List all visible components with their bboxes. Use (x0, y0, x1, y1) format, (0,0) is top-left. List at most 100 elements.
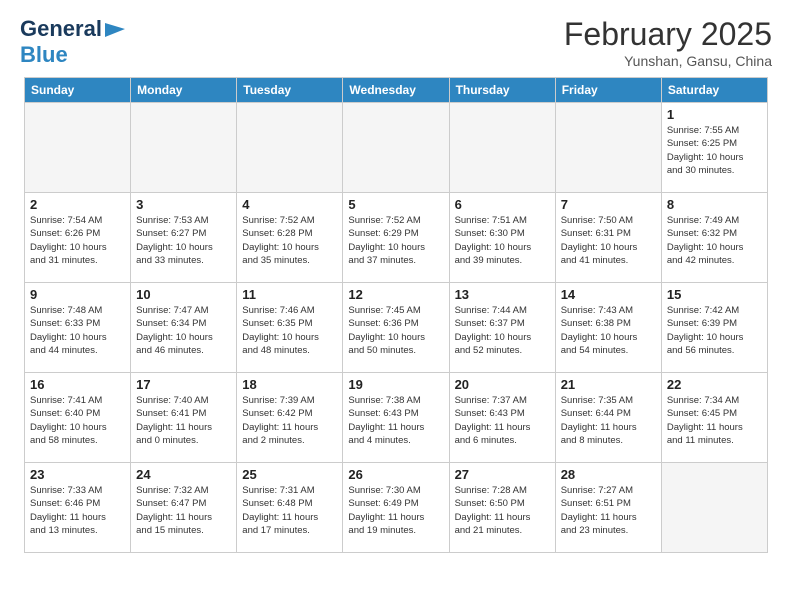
day-cell-3: 3 Sunrise: 7:53 AM Sunset: 6:27 PM Daylig… (131, 193, 237, 283)
day-number: 10 (136, 287, 231, 302)
day-info: Sunrise: 7:38 AM Sunset: 6:43 PM Dayligh… (348, 394, 443, 447)
day-cell-26: 26 Sunrise: 7:30 AM Sunset: 6:49 PM Dayli… (343, 463, 449, 553)
day-info: Sunrise: 7:42 AM Sunset: 6:39 PM Dayligh… (667, 304, 762, 357)
day-info: Sunrise: 7:27 AM Sunset: 6:51 PM Dayligh… (561, 484, 656, 537)
day-cell-22: 22 Sunrise: 7:34 AM Sunset: 6:45 PM Dayli… (661, 373, 767, 463)
day-info: Sunrise: 7:46 AM Sunset: 6:35 PM Dayligh… (242, 304, 337, 357)
day-number: 28 (561, 467, 656, 482)
day-info: Sunrise: 7:44 AM Sunset: 6:37 PM Dayligh… (455, 304, 550, 357)
day-cell-25: 25 Sunrise: 7:31 AM Sunset: 6:48 PM Dayli… (237, 463, 343, 553)
day-cell-23: 23Sunrise: 7:33 AM Sunset: 6:46 PM Dayli… (25, 463, 131, 553)
day-header-sunday: Sunday (25, 78, 131, 103)
calendar-table: SundayMondayTuesdayWednesdayThursdayFrid… (24, 77, 768, 553)
day-cell-17: 17 Sunrise: 7:40 AM Sunset: 6:41 PM Dayli… (131, 373, 237, 463)
day-cell-27: 27 Sunrise: 7:28 AM Sunset: 6:50 PM Dayli… (449, 463, 555, 553)
day-number: 6 (455, 197, 550, 212)
day-number: 12 (348, 287, 443, 302)
day-cell-16: 16Sunrise: 7:41 AM Sunset: 6:40 PM Dayli… (25, 373, 131, 463)
logo-general-text: General (20, 16, 102, 42)
day-number: 7 (561, 197, 656, 212)
day-number: 11 (242, 287, 337, 302)
week-row-4: 16Sunrise: 7:41 AM Sunset: 6:40 PM Dayli… (25, 373, 768, 463)
day-number: 2 (30, 197, 125, 212)
day-number: 5 (348, 197, 443, 212)
logo-icon (105, 21, 127, 39)
day-header-monday: Monday (131, 78, 237, 103)
day-info: Sunrise: 7:45 AM Sunset: 6:36 PM Dayligh… (348, 304, 443, 357)
empty-cell (25, 103, 131, 193)
day-number: 21 (561, 377, 656, 392)
day-cell-15: 15 Sunrise: 7:42 AM Sunset: 6:39 PM Dayli… (661, 283, 767, 373)
day-number: 19 (348, 377, 443, 392)
day-header-saturday: Saturday (661, 78, 767, 103)
day-number: 15 (667, 287, 762, 302)
day-cell-8: 8 Sunrise: 7:49 AM Sunset: 6:32 PM Daylig… (661, 193, 767, 283)
day-cell-2: 2 Sunrise: 7:54 AM Sunset: 6:26 PM Daylig… (25, 193, 131, 283)
logo: General Blue (20, 16, 127, 68)
day-header-thursday: Thursday (449, 78, 555, 103)
logo-blue-text: Blue (20, 42, 68, 67)
day-info: Sunrise: 7:50 AM Sunset: 6:31 PM Dayligh… (561, 214, 656, 267)
day-number: 18 (242, 377, 337, 392)
day-number: 14 (561, 287, 656, 302)
day-info: Sunrise: 7:32 AM Sunset: 6:47 PM Dayligh… (136, 484, 231, 537)
title-section: February 2025 Yunshan, Gansu, China (564, 16, 772, 69)
day-number: 20 (455, 377, 550, 392)
day-info: Sunrise: 7:48 AM Sunset: 6:33 PM Dayligh… (30, 304, 125, 357)
day-info: Sunrise: 7:51 AM Sunset: 6:30 PM Dayligh… (455, 214, 550, 267)
day-info: Sunrise: 7:47 AM Sunset: 6:34 PM Dayligh… (136, 304, 231, 357)
day-cell-28: 28 Sunrise: 7:27 AM Sunset: 6:51 PM Dayli… (555, 463, 661, 553)
day-info: Sunrise: 7:55 AM Sunset: 6:25 PM Dayligh… (667, 124, 762, 177)
day-info: Sunrise: 7:53 AM Sunset: 6:27 PM Dayligh… (136, 214, 231, 267)
day-info: Sunrise: 7:37 AM Sunset: 6:43 PM Dayligh… (455, 394, 550, 447)
day-number: 8 (667, 197, 762, 212)
day-cell-13: 13 Sunrise: 7:44 AM Sunset: 6:37 PM Dayli… (449, 283, 555, 373)
week-row-3: 9 Sunrise: 7:48 AM Sunset: 6:33 PM Daylig… (25, 283, 768, 373)
day-cell-12: 12 Sunrise: 7:45 AM Sunset: 6:36 PM Dayli… (343, 283, 449, 373)
day-number: 4 (242, 197, 337, 212)
week-row-1: 1 Sunrise: 7:55 AM Sunset: 6:25 PM Daylig… (25, 103, 768, 193)
day-number: 13 (455, 287, 550, 302)
empty-cell (343, 103, 449, 193)
day-info: Sunrise: 7:52 AM Sunset: 6:29 PM Dayligh… (348, 214, 443, 267)
day-number: 16 (30, 377, 125, 392)
week-row-2: 2 Sunrise: 7:54 AM Sunset: 6:26 PM Daylig… (25, 193, 768, 283)
day-info: Sunrise: 7:52 AM Sunset: 6:28 PM Dayligh… (242, 214, 337, 267)
day-cell-11: 11 Sunrise: 7:46 AM Sunset: 6:35 PM Dayli… (237, 283, 343, 373)
calendar-wrapper: SundayMondayTuesdayWednesdayThursdayFrid… (0, 77, 792, 561)
day-info: Sunrise: 7:49 AM Sunset: 6:32 PM Dayligh… (667, 214, 762, 267)
empty-cell (555, 103, 661, 193)
day-number: 22 (667, 377, 762, 392)
day-info: Sunrise: 7:31 AM Sunset: 6:48 PM Dayligh… (242, 484, 337, 537)
day-number: 3 (136, 197, 231, 212)
month-title: February 2025 (564, 16, 772, 53)
day-cell-24: 24 Sunrise: 7:32 AM Sunset: 6:47 PM Dayli… (131, 463, 237, 553)
day-info: Sunrise: 7:40 AM Sunset: 6:41 PM Dayligh… (136, 394, 231, 447)
day-header-tuesday: Tuesday (237, 78, 343, 103)
day-info: Sunrise: 7:39 AM Sunset: 6:42 PM Dayligh… (242, 394, 337, 447)
day-info: Sunrise: 7:33 AM Sunset: 6:46 PM Dayligh… (30, 484, 125, 537)
page-header: General Blue February 2025 Yunshan, Gans… (0, 0, 792, 77)
location: Yunshan, Gansu, China (564, 53, 772, 69)
day-cell-1: 1 Sunrise: 7:55 AM Sunset: 6:25 PM Daylig… (661, 103, 767, 193)
day-number: 24 (136, 467, 231, 482)
day-number: 17 (136, 377, 231, 392)
empty-cell (449, 103, 555, 193)
day-info: Sunrise: 7:35 AM Sunset: 6:44 PM Dayligh… (561, 394, 656, 447)
day-number: 25 (242, 467, 337, 482)
day-info: Sunrise: 7:54 AM Sunset: 6:26 PM Dayligh… (30, 214, 125, 267)
day-info: Sunrise: 7:43 AM Sunset: 6:38 PM Dayligh… (561, 304, 656, 357)
day-cell-20: 20 Sunrise: 7:37 AM Sunset: 6:43 PM Dayli… (449, 373, 555, 463)
day-number: 1 (667, 107, 762, 122)
day-header-row: SundayMondayTuesdayWednesdayThursdayFrid… (25, 78, 768, 103)
day-number: 26 (348, 467, 443, 482)
day-info: Sunrise: 7:30 AM Sunset: 6:49 PM Dayligh… (348, 484, 443, 537)
day-cell-6: 6 Sunrise: 7:51 AM Sunset: 6:30 PM Daylig… (449, 193, 555, 283)
day-info: Sunrise: 7:28 AM Sunset: 6:50 PM Dayligh… (455, 484, 550, 537)
day-cell-7: 7 Sunrise: 7:50 AM Sunset: 6:31 PM Daylig… (555, 193, 661, 283)
day-cell-14: 14 Sunrise: 7:43 AM Sunset: 6:38 PM Dayli… (555, 283, 661, 373)
day-header-friday: Friday (555, 78, 661, 103)
day-number: 27 (455, 467, 550, 482)
day-info: Sunrise: 7:34 AM Sunset: 6:45 PM Dayligh… (667, 394, 762, 447)
day-number: 9 (30, 287, 125, 302)
